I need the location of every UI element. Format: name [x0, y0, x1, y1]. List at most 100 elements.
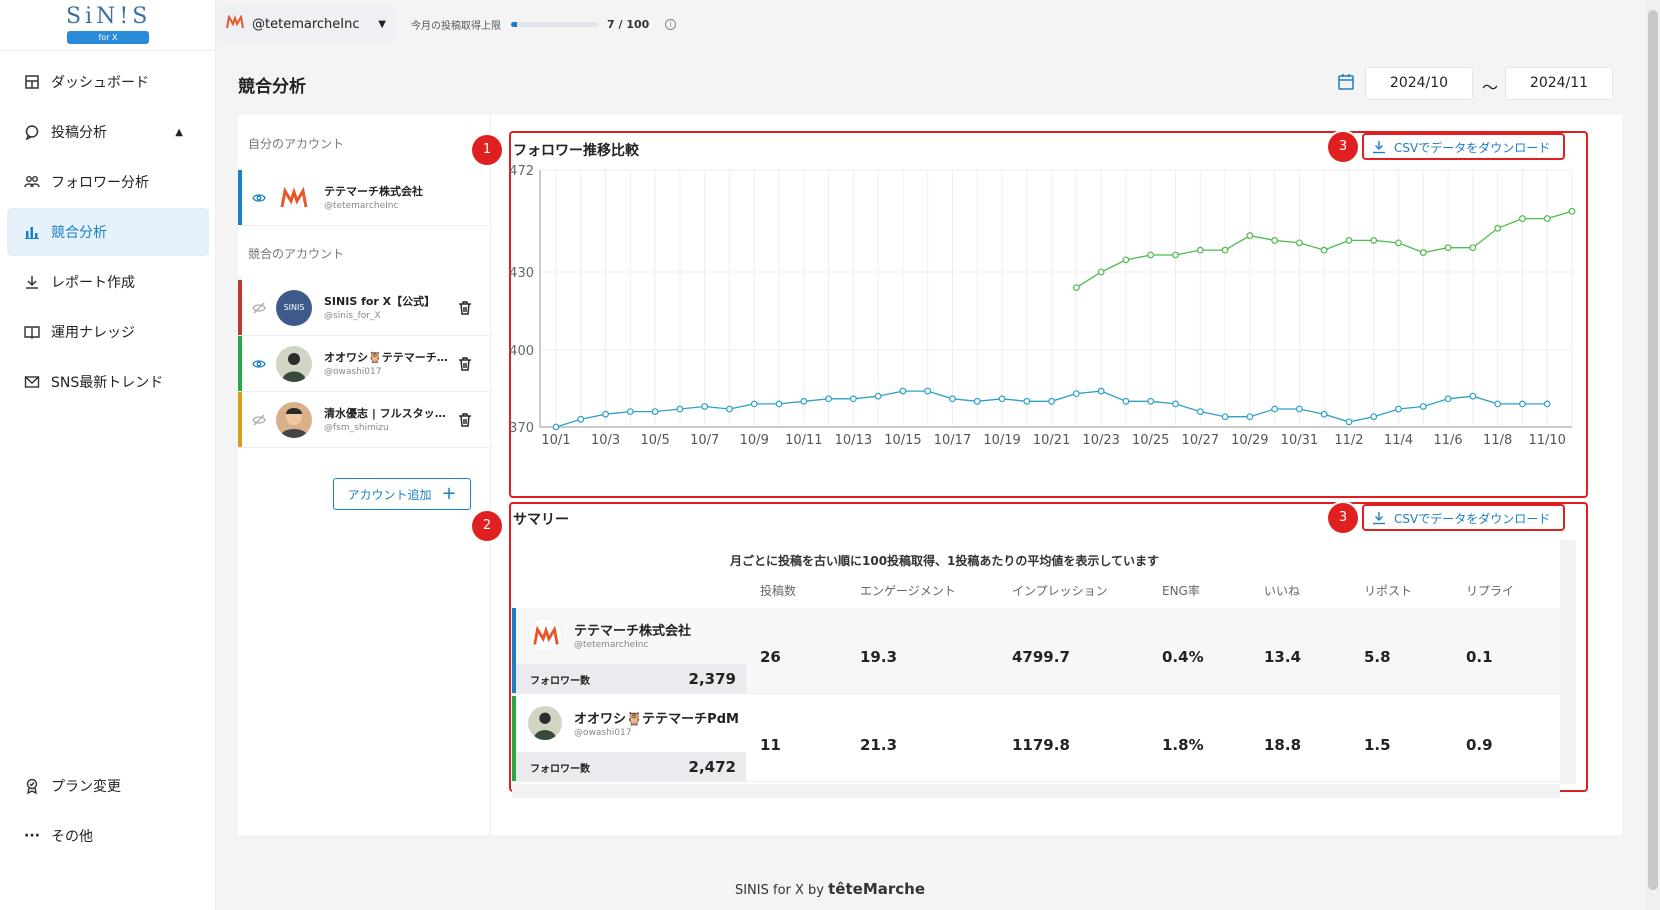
data-point: [1072, 390, 1080, 398]
data-point: [1246, 413, 1254, 421]
eye-icon[interactable]: [252, 191, 266, 205]
account-color-bar: [238, 280, 242, 335]
competitor-account-row[interactable]: SINIS SINIS for X【公式】 @sinis_for_X: [238, 280, 491, 336]
account-handle: @tetemarcheInc: [324, 201, 399, 211]
avatar: [276, 402, 312, 438]
data-point: [1097, 268, 1105, 276]
app-logo[interactable]: SiN!S for X: [66, 4, 150, 48]
own-account-heading: 自分のアカウント: [248, 137, 345, 151]
trash-icon[interactable]: [459, 412, 471, 427]
data-point: [1196, 246, 1204, 254]
nav-other[interactable]: ··· その他: [7, 812, 209, 860]
account-handle: @sinis_for_X: [324, 311, 381, 321]
eye-off-icon[interactable]: [252, 301, 266, 315]
book-icon: [23, 323, 41, 341]
account-color-bar: [238, 392, 242, 447]
logo-text: SiN!S: [66, 4, 152, 29]
data-point: [775, 400, 783, 408]
account-selector[interactable]: @tetemarcheInc ▼: [216, 6, 396, 42]
data-point: [1271, 405, 1279, 413]
mail-icon: [23, 373, 41, 391]
data-point: [1419, 249, 1427, 256]
data-point: [1320, 246, 1328, 254]
y-tick-label: 2370: [510, 421, 534, 436]
follower-chart-title: フォロワー推移比較: [513, 143, 639, 159]
competitor-account-row[interactable]: 清水優志 | フルスタックマーケター @fsm_shimizu: [238, 392, 491, 448]
x-tick-label: 10/3: [591, 433, 620, 448]
nav-post-analysis[interactable]: 投稿分析 ▲: [7, 108, 209, 156]
cell-value: 13.4: [1264, 648, 1302, 666]
nav-report[interactable]: レポート作成: [7, 258, 209, 306]
info-icon[interactable]: i: [665, 18, 677, 30]
own-account-row[interactable]: テテマーチ株式会社 @tetemarcheInc: [238, 170, 491, 226]
x-tick-label: 11/4: [1384, 433, 1413, 448]
x-tick-label: 11/10: [1528, 433, 1565, 448]
trash-icon[interactable]: [459, 356, 471, 371]
nav-label: その他: [51, 829, 93, 845]
data-point: [1444, 244, 1452, 252]
x-tick-label: 10/29: [1231, 433, 1268, 448]
page-title: 競合分析: [238, 77, 306, 97]
download-icon: [1373, 141, 1385, 154]
annotation-badge: 3: [1328, 132, 1358, 162]
data-point: [1543, 215, 1551, 222]
data-point: [1568, 207, 1576, 215]
nav-label: 投稿分析: [51, 125, 107, 141]
nav-sns-trend[interactable]: SNS最新トレンド: [7, 358, 209, 406]
data-point: [899, 387, 907, 395]
nav-competitor-analysis[interactable]: 競合分析: [7, 208, 209, 256]
calendar-icon[interactable]: [1337, 73, 1355, 91]
account-panel: 自分のアカウント テテマーチ株式会社 @tetemarcheInc 競合のアカウ…: [238, 115, 491, 835]
logo-sub: for X: [67, 31, 149, 44]
data-point: [1345, 237, 1353, 244]
annotation-badge: 2: [472, 511, 502, 541]
csv-download-button[interactable]: CSVでデータをダウンロード: [1364, 505, 1558, 531]
data-point: [1296, 239, 1303, 247]
y-tick-label: 2430: [510, 266, 534, 281]
data-point: [1345, 418, 1353, 426]
summary-vertical-scrollbar[interactable]: [1560, 540, 1576, 784]
cell-value: 19.3: [860, 648, 898, 666]
annotation-badge: 1: [472, 135, 502, 165]
date-from-input[interactable]: 2024/10: [1365, 67, 1473, 100]
account-name: オオワシ🦉テテマーチPdM: [324, 351, 452, 364]
follower-label: フォロワー数: [530, 763, 590, 775]
date-to-input[interactable]: 2024/11: [1505, 67, 1613, 100]
x-tick-label: 10/19: [983, 433, 1020, 448]
follower-line-chart: 2370 2400 2430 2472 10/1 10/3 10/5 10/7 10/9 10/1…: [510, 164, 1576, 448]
competitor-account-row[interactable]: オオワシ🦉テテマーチPdM @owashi017: [238, 336, 491, 392]
data-point: [1519, 215, 1526, 222]
nav-follower-analysis[interactable]: フォロワー分析: [7, 158, 209, 206]
x-tick-label: 10/21: [1033, 433, 1070, 448]
bar-chart-icon: [23, 223, 41, 241]
users-icon: [23, 173, 41, 191]
summary-horizontal-scrollbar[interactable]: [512, 784, 1560, 798]
sidebar: SiN!S for X ダッシュボード 投稿分析 ▲ フォロワー分析 競合分析 …: [0, 0, 216, 910]
cell-value: 0.4%: [1162, 648, 1204, 666]
caret-up-icon[interactable]: ▲: [175, 127, 183, 138]
cell-value: 21.3: [860, 736, 898, 754]
csv-download-label: CSVでデータをダウンロード: [1394, 140, 1551, 155]
data-point: [1370, 413, 1378, 421]
column-header: エンゲージメント: [860, 584, 956, 598]
data-point: [1072, 284, 1080, 291]
data-point: [602, 410, 609, 418]
data-point: [1519, 400, 1526, 408]
y-tick-label: 2400: [510, 344, 534, 359]
nav-knowledge[interactable]: 運用ナレッジ: [7, 308, 209, 356]
eye-off-icon[interactable]: [252, 413, 266, 427]
nav-plan-change[interactable]: プラン変更: [7, 762, 209, 810]
data-point: [1147, 397, 1155, 405]
trash-icon[interactable]: [459, 300, 471, 315]
data-point: [1196, 408, 1204, 416]
cell-value: 4799.7: [1012, 648, 1070, 666]
download-icon: [1373, 512, 1385, 525]
csv-download-button[interactable]: CSVでデータをダウンロード: [1364, 134, 1558, 160]
eye-icon[interactable]: [252, 357, 266, 371]
page-scrollbar-thumb[interactable]: [1648, 10, 1658, 890]
add-account-button[interactable]: アカウント追加 +: [333, 478, 471, 510]
data-point: [1271, 237, 1279, 244]
nav-label: SNS最新トレンド: [51, 375, 164, 391]
nav-dashboard[interactable]: ダッシュボード: [7, 58, 209, 106]
data-point: [1296, 405, 1303, 413]
